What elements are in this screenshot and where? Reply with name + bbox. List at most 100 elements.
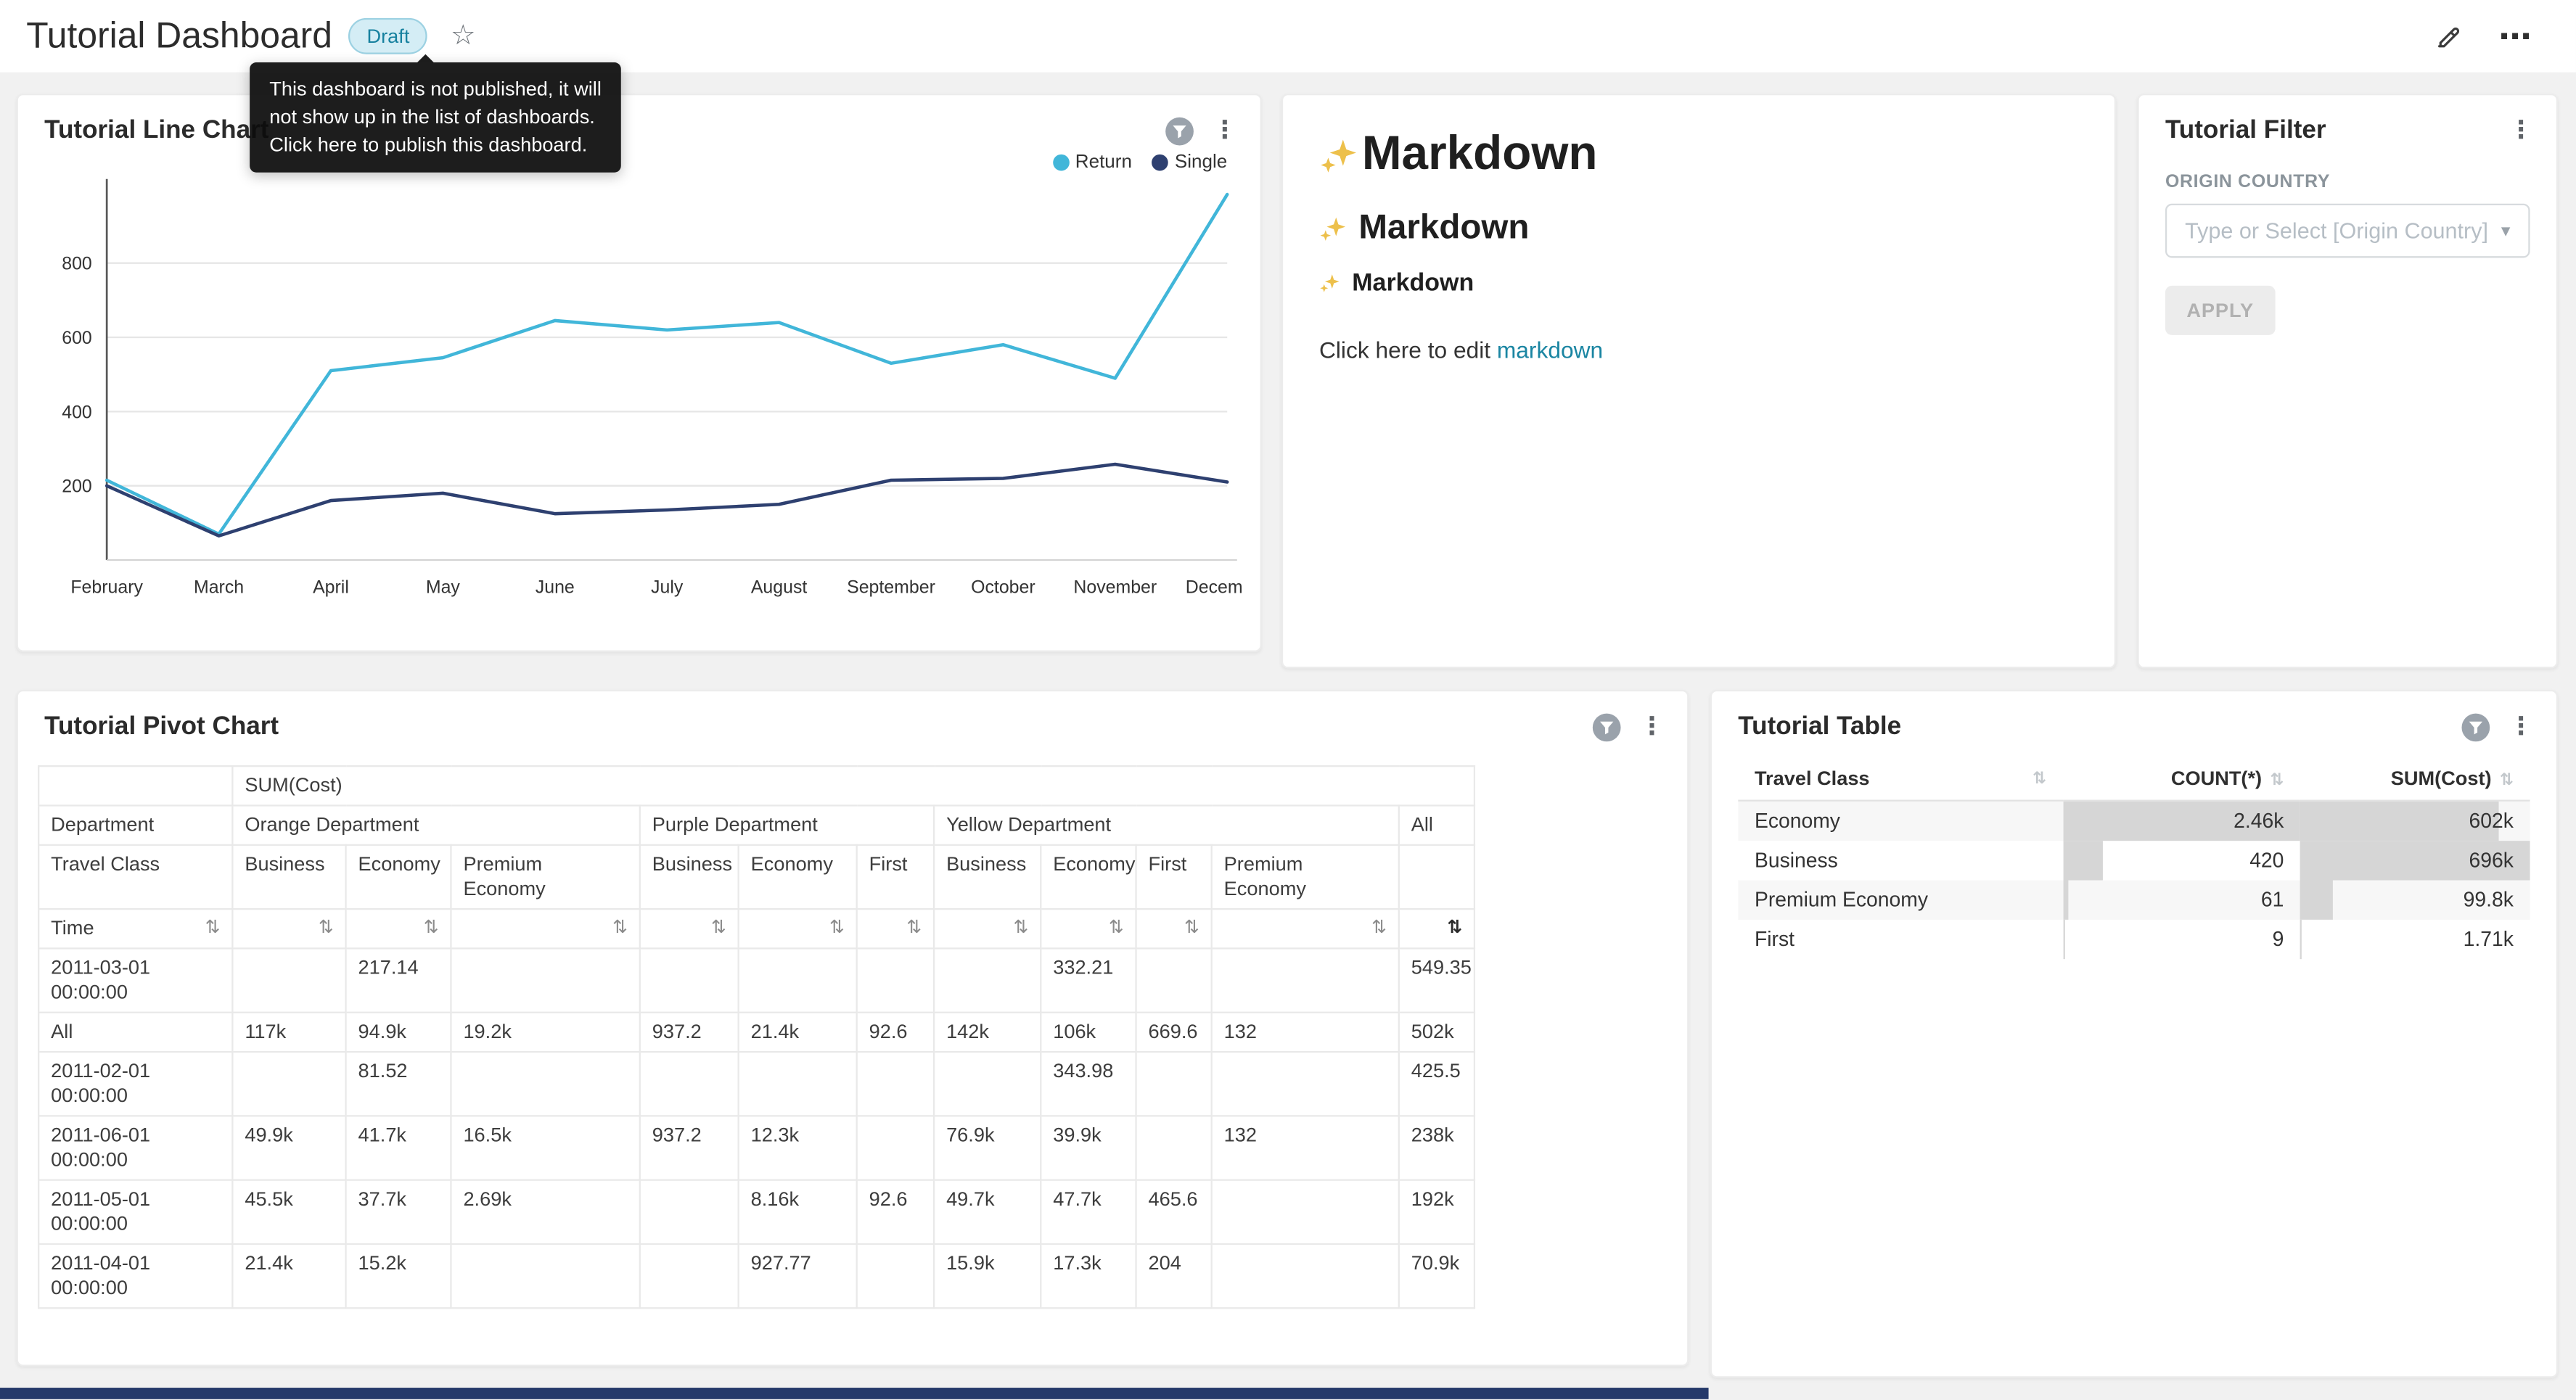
pivot-value-cell: 12.3k [739,1116,857,1179]
kebab-menu-icon[interactable]: ⋮ [2509,117,2533,147]
pivot-value-cell: 217.14 [346,948,451,1012]
filter-indicator-icon[interactable] [2461,713,2490,743]
apply-button[interactable]: APPLY [2165,286,2275,335]
tooltip-line: Click here to publish this dashboard. [269,131,602,159]
pivot-value-cell: 16.5k [451,1116,639,1179]
filter-indicator-icon[interactable] [1165,117,1194,147]
pivot-corner-cell [38,766,232,805]
pivot-row: All117k94.9k19.2k937.221.4k92.6142k106k6… [38,1013,1474,1052]
legend-item-return[interactable]: Return [1052,153,1132,173]
pivot-value-cell [640,1244,739,1308]
filter-indicator-icon[interactable] [1592,713,1622,743]
publish-tooltip[interactable]: This dashboard is not published, it will… [250,62,621,173]
pivot-value-cell: 142k [934,1013,1041,1052]
kebab-menu-icon[interactable]: ⋮ [2509,713,2533,743]
col-header-sum[interactable]: SUM(Cost)⇅ [2300,762,2530,800]
markdown-edit-link[interactable]: markdown [1497,337,1603,363]
pivot-value-cell [232,948,345,1012]
svg-text:800: 800 [62,254,92,274]
svg-text:400: 400 [62,402,92,422]
sort-icon[interactable]: ⇅ [1013,916,1028,941]
favorite-star-icon[interactable]: ☆ [451,20,476,52]
pivot-value-cell: 669.6 [1136,1013,1212,1052]
pivot-value-cell [640,1052,739,1116]
sort-icon[interactable]: ⇅ [2033,770,2046,788]
pivot-value-cell [451,1244,639,1308]
pivot-class-header: Business [934,845,1041,909]
pivot-class-header: Business [640,845,739,909]
kebab-menu-icon[interactable]: ⋮ [1213,117,1237,147]
pivot-value-cell: 49.7k [934,1180,1041,1244]
draft-badge[interactable]: Draft [349,18,428,54]
panel-table: Tutorial Table ⋮ Travel Class⇅COUNT(*)⇅S… [1710,690,2558,1378]
sort-icon[interactable]: ⇅ [319,916,334,941]
sort-icon[interactable]: ⇅ [1447,916,1462,941]
pivot-value-cell: 39.9k [1041,1116,1136,1179]
pivot-value-cell: 17.3k [1041,1244,1136,1308]
pivot-value-cell [1212,948,1399,1012]
page-title: Tutorial Dashboard [26,15,332,57]
pivot-value-cell [1212,1244,1399,1308]
table-row[interactable]: First91.71k [1738,919,2530,958]
pivot-value-cell: 21.4k [739,1013,857,1052]
sort-icon[interactable]: ⇅ [424,916,439,941]
table-row[interactable]: Business420696k [1738,840,2530,879]
svg-text:April: April [313,577,349,597]
superset-dashboard-page: Tutorial Dashboard Draft ☆ ⋯ This dashbo… [0,0,2576,1399]
edit-pencil-icon[interactable] [2435,22,2462,50]
pivot-row: 2011-05-01 00:00:0045.5k37.7k2.69k8.16k9… [38,1180,1474,1244]
sort-icon[interactable]: ⇅ [1371,916,1387,941]
chart-legend: Return Single [18,146,1260,172]
sum-cell: 1.71k [2300,919,2530,958]
pivot-sort-cell: ⇅ [1399,909,1474,948]
pivot-class-header: First [857,845,934,909]
pivot-value-cell: 45.5k [232,1180,345,1244]
sparkles-icon [1319,214,1347,242]
col-header-count[interactable]: COUNT(*)⇅ [2063,762,2300,800]
results-table[interactable]: Travel Class⇅COUNT(*)⇅SUM(Cost)⇅Economy2… [1738,762,2530,958]
pivot-sort-cell: ⇅ [346,909,451,948]
sort-icon[interactable]: ⇅ [612,916,628,941]
pivot-sort-cell: ⇅ [1041,909,1136,948]
svg-text:July: July [651,577,684,597]
sort-icon[interactable]: ⇅ [711,916,726,941]
pivot-measure-row: SUM(Cost) [38,766,1474,805]
pivot-value-cell [1136,1116,1212,1179]
table-row[interactable]: Economy2.46k602k [1738,801,2530,840]
sort-icon[interactable]: ⇅ [205,916,221,941]
filter-body: ORIGIN COUNTRY Type or Select [Origin Co… [2139,173,2556,335]
col-header-travel-class[interactable]: Travel Class⇅ [1738,762,2062,800]
sort-icon[interactable]: ⇅ [1184,916,1199,941]
pivot-sort-cell: ⇅ [739,909,857,948]
pivot-table[interactable]: SUM(Cost)DepartmentOrange DepartmentPurp… [38,765,1475,1309]
filter-field-label: ORIGIN COUNTRY [2165,173,2530,192]
table-row[interactable]: Premium Economy6199.8k [1738,879,2530,918]
more-options-icon[interactable]: ⋯ [2499,16,2534,57]
pivot-value-cell: 92.6 [857,1180,934,1244]
pivot-value-cell: 76.9k [934,1116,1041,1179]
pivot-value-cell: 937.2 [640,1116,739,1179]
pivot-value-cell [640,948,739,1012]
kebab-menu-icon[interactable]: ⋮ [1639,713,1664,743]
markdown-edit-text: Click here to edit [1319,337,1497,363]
pivot-department-row: DepartmentOrange DepartmentPurple Depart… [38,805,1474,844]
svg-text:June: June [536,577,575,597]
pivot-sort-cell: ⇅ [640,909,739,948]
sort-icon[interactable]: ⇅ [2500,772,2514,790]
line-chart[interactable]: 200400600800FebruaryMarchAprilMayJuneJul… [28,173,1243,603]
panel-header: Tutorial Pivot Chart ⋮ [18,691,1687,742]
pivot-group-header: Orange Department [232,805,639,844]
sort-icon[interactable]: ⇅ [2270,772,2284,790]
pivot-value-cell: 204 [1136,1244,1212,1308]
sort-icon[interactable]: ⇅ [1109,916,1124,941]
origin-country-select[interactable]: Type or Select [Origin Country] ▾ [2165,204,2530,258]
panel-filter: Tutorial Filter ⋮ ORIGIN COUNTRY Type or… [2137,94,2558,668]
sort-icon[interactable]: ⇅ [906,916,922,941]
header-left: Tutorial Dashboard Draft ☆ [26,15,475,57]
sum-cell: 99.8k [2300,879,2530,918]
legend-item-single[interactable]: Single [1152,153,1227,173]
svg-text:November: November [1073,577,1157,597]
sort-icon[interactable]: ⇅ [829,916,845,941]
header-right: ⋯ [2435,16,2533,57]
sum-cell: 602k [2300,801,2530,840]
